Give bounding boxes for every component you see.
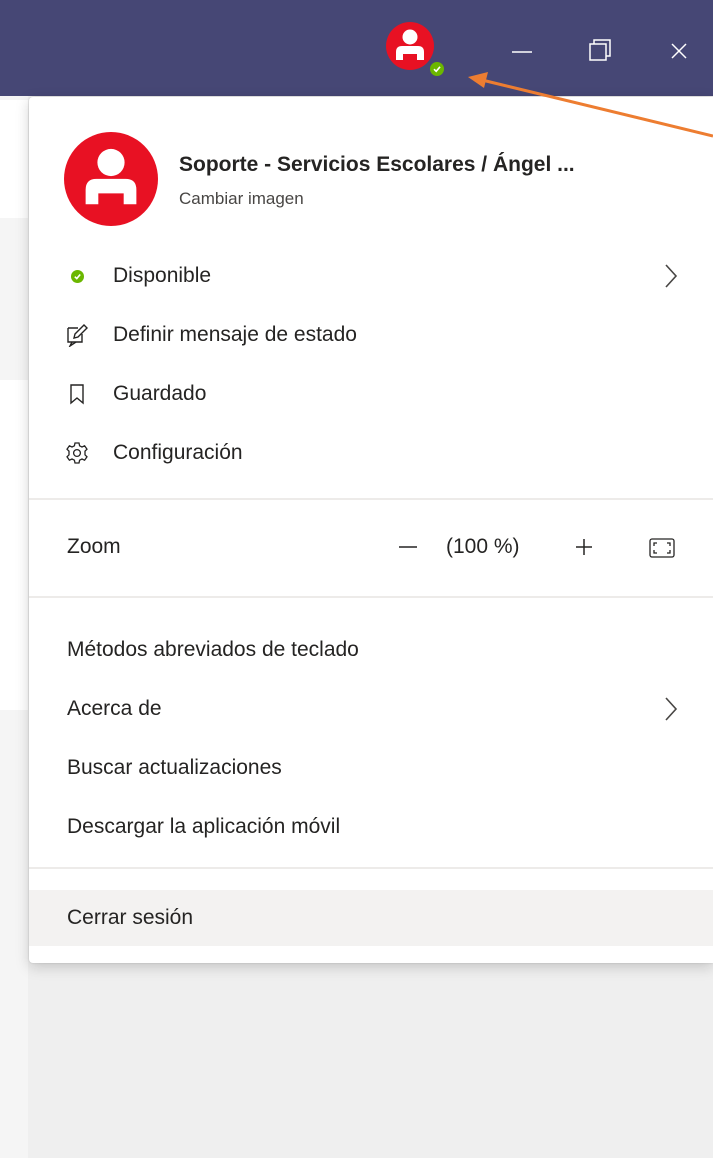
person-icon bbox=[85, 148, 137, 205]
restore-icon bbox=[589, 39, 611, 61]
profile-picture[interactable] bbox=[64, 132, 158, 226]
profile-avatar-button[interactable] bbox=[386, 22, 434, 70]
status-label: Disponible bbox=[113, 264, 212, 287]
settings-item[interactable]: Configuración bbox=[29, 427, 713, 479]
status-available-icon bbox=[71, 270, 84, 283]
about-label: Acerca de bbox=[67, 697, 162, 720]
download-mobile-app-item[interactable]: Descargar la aplicación móvil bbox=[29, 801, 713, 853]
title-bar bbox=[0, 0, 713, 96]
close-icon bbox=[671, 43, 687, 59]
download-mobile-app-label: Descargar la aplicación móvil bbox=[67, 815, 341, 838]
set-status-message-label: Definir mensaje de estado bbox=[113, 323, 357, 346]
status-menu-item[interactable]: Disponible bbox=[29, 250, 713, 302]
zoom-level: (100 %) bbox=[446, 535, 520, 558]
divider bbox=[29, 498, 713, 500]
zoom-in-button[interactable] bbox=[569, 531, 599, 561]
zoom-reset-button[interactable] bbox=[647, 533, 677, 563]
background-card bbox=[0, 100, 28, 218]
saved-label: Guardado bbox=[113, 382, 207, 405]
divider bbox=[29, 596, 713, 598]
saved-item[interactable]: Guardado bbox=[29, 368, 713, 420]
keyboard-shortcuts-item[interactable]: Métodos abreviados de teclado bbox=[29, 624, 713, 676]
background-card bbox=[0, 380, 28, 710]
sign-out-label: Cerrar sesión bbox=[67, 906, 194, 929]
bookmark-icon bbox=[70, 384, 84, 405]
plus-icon bbox=[576, 539, 592, 555]
edit-message-icon bbox=[67, 324, 88, 347]
check-updates-label: Buscar actualizaciones bbox=[67, 756, 282, 779]
about-item[interactable]: Acerca de bbox=[29, 683, 713, 735]
restore-button[interactable] bbox=[579, 30, 619, 70]
minimize-icon bbox=[512, 51, 532, 53]
chevron-right-icon bbox=[665, 264, 678, 288]
gear-icon bbox=[66, 442, 88, 464]
sign-out-item[interactable]: Cerrar sesión bbox=[29, 890, 713, 946]
set-status-message-item[interactable]: Definir mensaje de estado bbox=[29, 309, 713, 361]
divider bbox=[29, 867, 713, 869]
check-icon bbox=[433, 66, 441, 73]
change-picture-link[interactable]: Cambiar imagen bbox=[179, 189, 304, 209]
keyboard-shortcuts-label: Métodos abreviados de teclado bbox=[67, 638, 359, 661]
profile-menu: Soporte - Servicios Escolares / Ángel ..… bbox=[29, 97, 713, 963]
close-button[interactable] bbox=[659, 30, 699, 70]
person-icon bbox=[396, 29, 424, 60]
profile-name: Soporte - Servicios Escolares / Ángel ..… bbox=[179, 153, 575, 176]
presence-available-badge bbox=[428, 60, 446, 78]
settings-label: Configuración bbox=[113, 441, 243, 464]
zoom-label: Zoom bbox=[67, 535, 121, 558]
zoom-out-button[interactable] bbox=[393, 531, 423, 561]
check-updates-item[interactable]: Buscar actualizaciones bbox=[29, 742, 713, 794]
minimize-button[interactable] bbox=[502, 30, 542, 70]
minus-icon bbox=[399, 546, 417, 548]
fit-screen-icon bbox=[649, 538, 675, 558]
chevron-right-icon bbox=[665, 697, 678, 721]
